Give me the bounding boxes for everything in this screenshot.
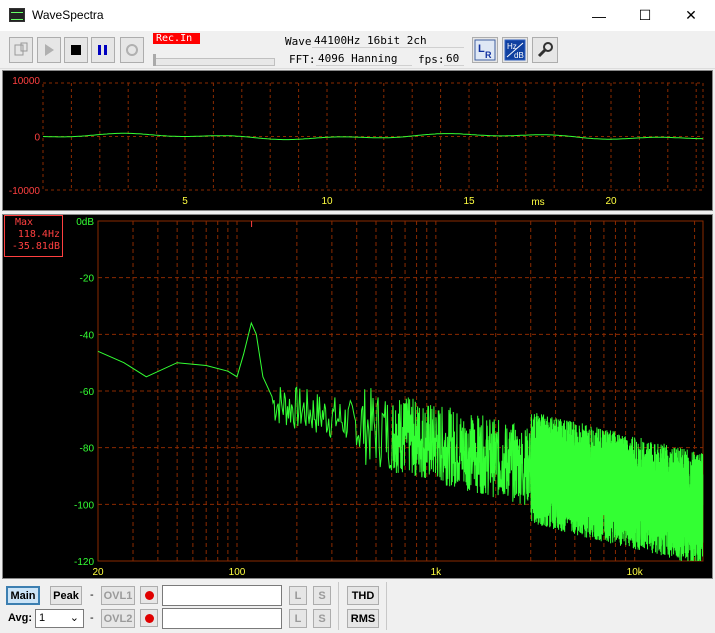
lr-icon: L R (474, 39, 496, 61)
wave-format-value: 44100Hz 16bit 2ch (312, 34, 464, 48)
spectrum-y-tick: -120 (74, 557, 94, 568)
play-icon (45, 44, 54, 56)
maximize-button[interactable]: ☐ (622, 0, 668, 31)
ovl2-name-field[interactable] (162, 608, 282, 629)
spectrum-y-tick: 0dB (76, 217, 94, 228)
fps-label: fps: (418, 53, 445, 66)
peak-button[interactable]: Peak (50, 586, 82, 605)
stop-button[interactable] (64, 37, 88, 63)
avg-select[interactable]: 1 ⌄ (35, 609, 84, 628)
wave-x-tick: 15 (463, 196, 475, 207)
svg-text:L: L (478, 43, 485, 55)
lr-button[interactable]: L R (472, 37, 498, 63)
svg-text:R: R (485, 50, 492, 60)
ovl2-load-button[interactable]: L (289, 609, 307, 628)
fps-value: 60 (444, 52, 464, 66)
thd-button[interactable]: THD (347, 586, 379, 605)
spectrum-x-tick: 20 (92, 567, 104, 578)
spectrum-x-tick: 10k (627, 567, 644, 578)
rec-in-indicator: Rec.In (153, 33, 200, 44)
record-loop-icon (126, 44, 138, 56)
wave-x-tick: 5 (182, 196, 188, 207)
loop-record-button[interactable] (120, 37, 144, 63)
ovl1-record-button[interactable] (140, 586, 158, 604)
input-level-meter (153, 58, 275, 66)
settings-button[interactable] (532, 37, 558, 63)
avg-label: Avg: (8, 612, 33, 624)
device-button[interactable] (9, 37, 33, 63)
wave-x-tick: 10 (321, 196, 333, 207)
spectrum-y-tick: -100 (74, 500, 94, 511)
close-button[interactable]: ✕ (668, 0, 714, 31)
separator-dash-2: - (90, 612, 94, 624)
minimize-button[interactable]: — (576, 0, 622, 31)
wrench-icon (537, 42, 553, 58)
maximize-icon: ☐ (638, 7, 652, 23)
avg-value: 1 (39, 612, 46, 624)
hz-db-button[interactable]: Hz dB (502, 37, 528, 63)
wave-y-tick: 0 (34, 133, 40, 144)
divider (338, 582, 339, 630)
minimize-icon: — (592, 7, 606, 24)
chevron-down-icon: ⌄ (69, 612, 79, 624)
spectrum-plot: 0dB -20 -40 -60 -80 -100 -12020 100 1k 10k (74, 217, 704, 578)
waveform-plot: 10000 0 -10000 5 10 15 20 ms (9, 76, 704, 208)
wave-y-tick: -10000 (9, 186, 41, 197)
wave-x-tick: 20 (605, 196, 617, 207)
stop-icon (71, 45, 81, 55)
close-icon: ✕ (685, 7, 697, 23)
max-level: -35.81dB (11, 241, 60, 252)
spectrum-y-tick: -80 (80, 444, 95, 455)
max-frequency: 118.4Hz (17, 229, 60, 240)
waveform-panel: 10000 0 -10000 5 10 15 20 ms (2, 70, 713, 211)
separator-dash-1: - (90, 589, 94, 601)
ovl1-save-button[interactable]: S (313, 586, 331, 605)
main-button[interactable]: Main (6, 586, 40, 605)
title-bar: WaveSpectra — ☐ ✕ (0, 0, 715, 31)
app-icon (9, 8, 25, 22)
spectrum-y-tick: -40 (80, 330, 95, 341)
ovl1-name-field[interactable] (162, 585, 282, 606)
ovl1-button[interactable]: OVL1 (101, 586, 135, 605)
spectrum-y-tick: -60 (80, 387, 95, 398)
wave-x-unit: ms (531, 197, 544, 208)
ovl2-record-button[interactable] (140, 609, 158, 627)
wave-y-tick: 10000 (12, 76, 40, 87)
play-button[interactable] (37, 37, 61, 63)
ovl2-save-button[interactable]: S (313, 609, 331, 628)
spectrum-x-tick: 100 (229, 567, 246, 578)
spectrum-panel: 0dB -20 -40 -60 -80 -100 -120 20 100 1k 10k (2, 214, 713, 579)
spectrum-y-tick: -20 (80, 274, 95, 285)
fft-setting-value: 4096 Hanning (316, 52, 412, 66)
hz-db-icon: Hz dB (504, 39, 526, 61)
ovl2-button[interactable]: OVL2 (101, 609, 135, 628)
ovl1-load-button[interactable]: L (289, 586, 307, 605)
window-title: WaveSpectra (32, 8, 104, 22)
pause-icon (98, 45, 107, 55)
level-slider-thumb[interactable] (153, 54, 156, 66)
spectrum-trace (97, 321, 704, 562)
spectrum-x-tick: 1k (431, 567, 443, 578)
divider (386, 582, 387, 630)
max-label: Max (15, 217, 34, 228)
fft-label: FFT: (289, 53, 316, 66)
peak-info-box: Max 118.4Hz -35.81dB (4, 215, 63, 257)
pause-button[interactable] (91, 37, 115, 63)
device-icon (14, 42, 28, 56)
rms-button[interactable]: RMS (347, 609, 379, 628)
db-label: dB (514, 51, 524, 60)
